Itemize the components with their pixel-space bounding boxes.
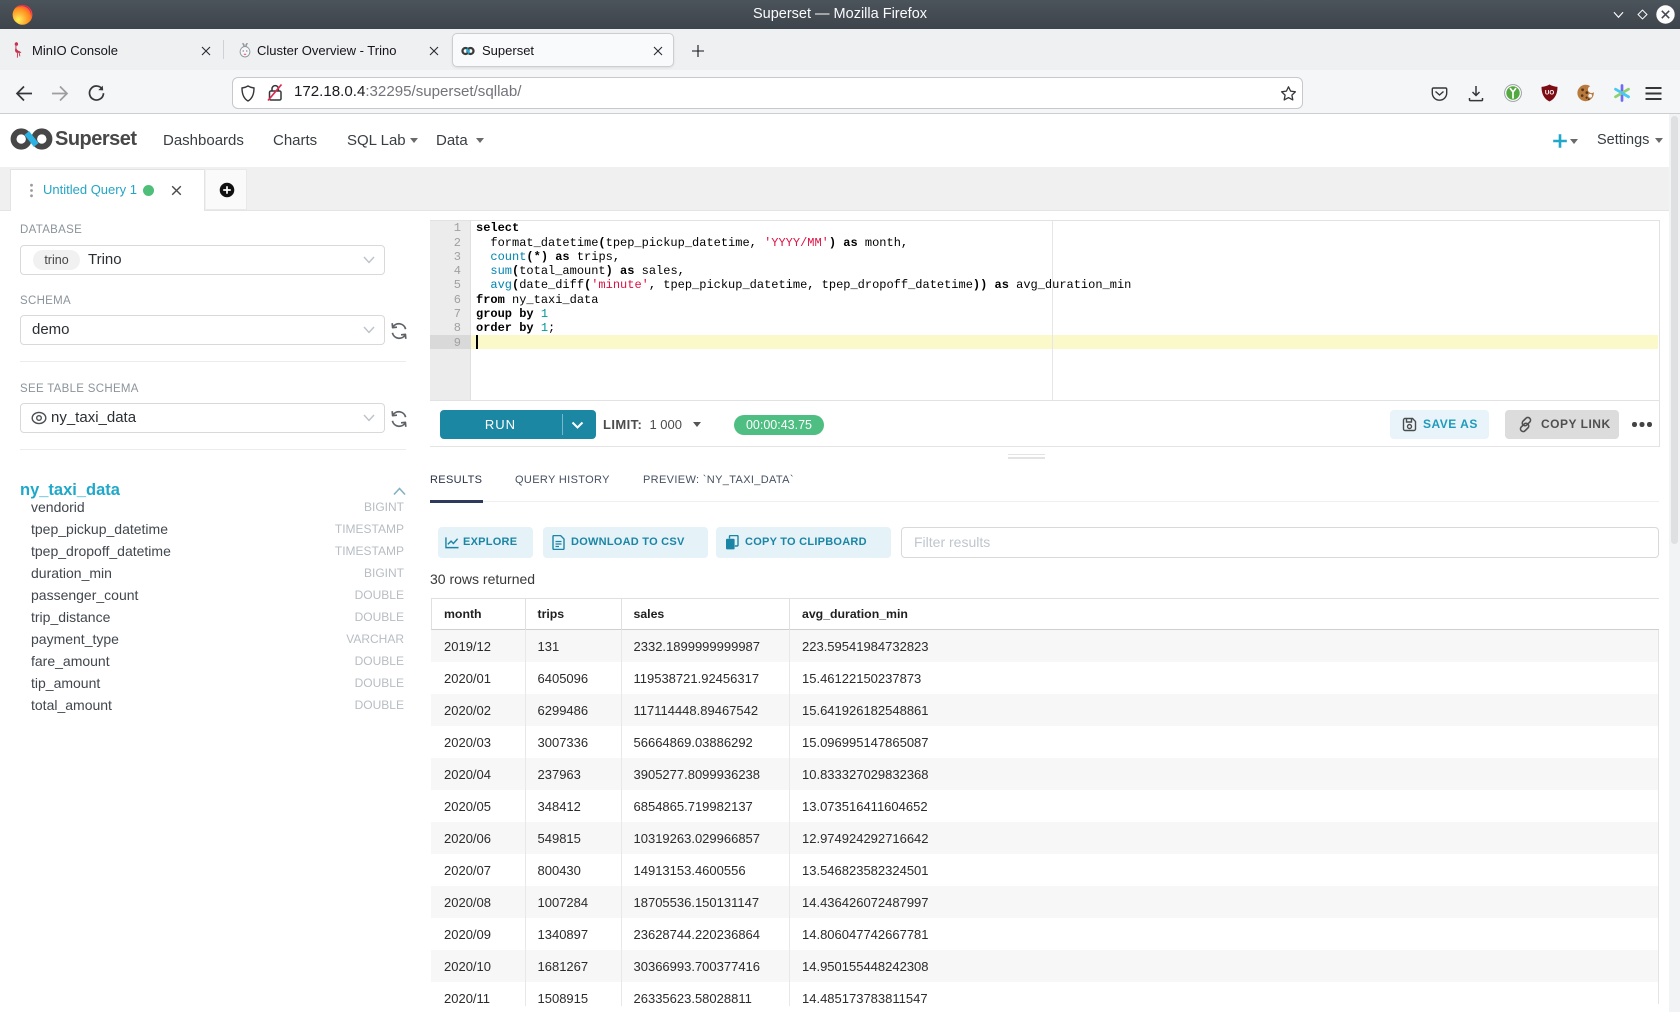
svg-text:UO: UO (1545, 90, 1554, 97)
